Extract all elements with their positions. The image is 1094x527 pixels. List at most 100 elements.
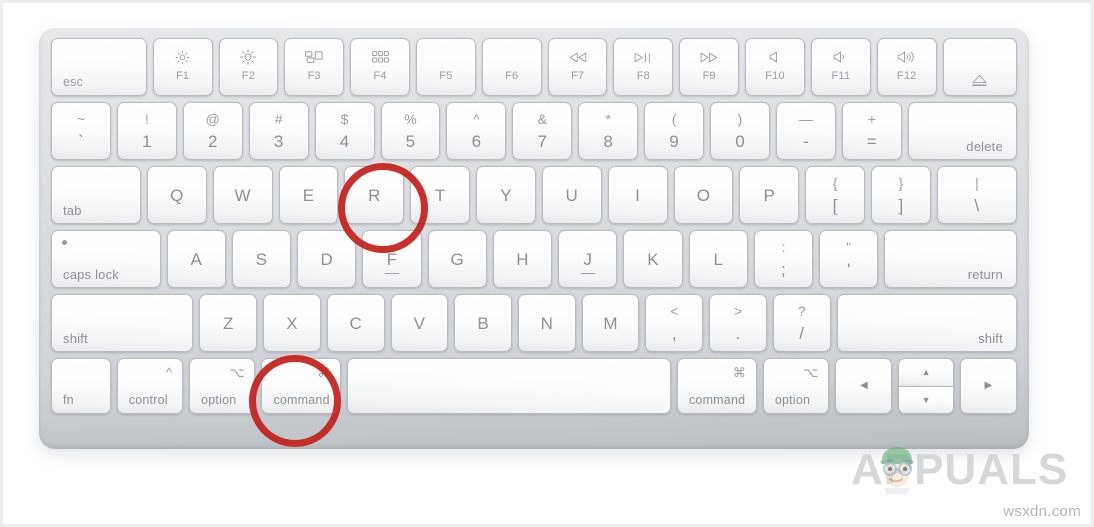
key-o-label: O	[696, 185, 711, 205]
key-option-right[interactable]: ⌥ option	[762, 358, 830, 414]
key-comma[interactable]: < ,	[645, 294, 704, 352]
key-i[interactable]: I	[607, 166, 668, 224]
key-0[interactable]: ) 0	[710, 102, 770, 160]
key-arrow-left[interactable]: ◀	[835, 358, 893, 414]
key-semicolon[interactable]: : ;	[753, 230, 814, 288]
key-f10[interactable]: F10	[745, 38, 805, 96]
key-f[interactable]: F	[362, 230, 422, 288]
key-minus[interactable]: — -	[775, 102, 836, 160]
key-caps-lock[interactable]: caps lock	[51, 230, 161, 288]
key-o[interactable]: O	[673, 166, 734, 224]
key-f7[interactable]: F7	[547, 38, 608, 96]
key-control[interactable]: ^ control	[116, 358, 184, 414]
key-9[interactable]: ( 9	[644, 102, 705, 160]
key-f11[interactable]: F11	[810, 38, 871, 96]
key-delete-label: delete	[966, 139, 1003, 154]
key-l[interactable]: L	[688, 230, 748, 288]
key-quote-lower: '	[847, 260, 851, 279]
key-w-label: W	[234, 185, 251, 205]
key-8[interactable]: * 8	[578, 102, 639, 160]
key-t[interactable]: T	[410, 166, 471, 224]
key-y-label: Y	[500, 185, 512, 205]
key-s[interactable]: S	[231, 230, 292, 288]
key-r[interactable]: R	[344, 166, 405, 224]
key-h[interactable]: H	[492, 230, 553, 288]
key-f2[interactable]: F2	[218, 38, 279, 96]
key-return[interactable]: return	[884, 230, 1017, 288]
key-grave[interactable]: ~ `	[51, 102, 111, 160]
key-j[interactable]: J	[558, 230, 618, 288]
key-6[interactable]: ^ 6	[446, 102, 507, 160]
key-q[interactable]: Q	[146, 166, 207, 224]
key-z-label: Z	[222, 313, 234, 333]
key-arrow-right[interactable]: ▶	[959, 358, 1018, 414]
key-f3[interactable]: F3	[284, 38, 345, 96]
key-slash[interactable]: ? /	[772, 294, 831, 352]
key-m[interactable]: M	[581, 294, 640, 352]
key-u[interactable]: U	[541, 166, 602, 224]
key-tab[interactable]: tab	[51, 166, 141, 224]
key-f9[interactable]: F9	[679, 38, 740, 96]
key-4[interactable]: $ 4	[314, 102, 375, 160]
key-quote[interactable]: " '	[819, 230, 879, 288]
key-3[interactable]: # 3	[248, 102, 309, 160]
key-v[interactable]: V	[390, 294, 449, 352]
key-c[interactable]: C	[326, 294, 385, 352]
key-u-label: U	[565, 185, 579, 205]
key-fn[interactable]: fn	[51, 358, 111, 414]
key-arrow-down[interactable]: ▼	[898, 385, 954, 414]
control-caret-icon: ^	[166, 365, 173, 380]
key-1[interactable]: ! 1	[116, 102, 177, 160]
key-bracket-right[interactable]: } ]	[871, 166, 931, 224]
key-period[interactable]: > .	[709, 294, 767, 352]
key-x[interactable]: X	[263, 294, 321, 352]
key-f5[interactable]: F5	[416, 38, 476, 96]
key-backslash-upper: |	[975, 175, 979, 191]
key-f8[interactable]: F8	[613, 38, 674, 96]
key-w[interactable]: W	[212, 166, 273, 224]
key-command-left[interactable]: ⌘ command	[261, 358, 342, 414]
key-backslash[interactable]: | \	[936, 166, 1017, 224]
key-f2-label: F2	[241, 69, 256, 82]
key-z[interactable]: Z	[199, 294, 258, 352]
key-esc[interactable]: esc	[51, 38, 147, 96]
key-e[interactable]: E	[278, 166, 339, 224]
volume-down-icon	[833, 49, 849, 66]
key-shift-left[interactable]: shift	[51, 294, 194, 352]
key-4-lower: 4	[339, 132, 350, 151]
key-g[interactable]: G	[427, 230, 487, 288]
key-a[interactable]: A	[166, 230, 226, 288]
key-equal[interactable]: + =	[841, 102, 902, 160]
key-f1[interactable]: F1	[152, 38, 213, 96]
key-f12[interactable]: F12	[876, 38, 937, 96]
key-grave-lower: `	[78, 132, 84, 151]
key-6-lower: 6	[471, 132, 482, 151]
key-6-upper: ^	[473, 111, 480, 127]
key-y[interactable]: Y	[476, 166, 536, 224]
key-n[interactable]: N	[518, 294, 576, 352]
key-arrow-up[interactable]: ▲	[898, 358, 954, 386]
key-p[interactable]: P	[739, 166, 800, 224]
key-shift-left-label: shift	[63, 331, 88, 346]
key-command-right[interactable]: ⌘ command	[676, 358, 757, 414]
key-shift-right[interactable]: shift	[836, 294, 1017, 352]
key-2[interactable]: @ 2	[182, 102, 243, 160]
key-f4[interactable]: F4	[350, 38, 410, 96]
key-equal-lower: =	[866, 132, 877, 151]
key-eject[interactable]	[942, 38, 1017, 96]
key-bracket-left[interactable]: { [	[805, 166, 866, 224]
key-fn-label: fn	[63, 393, 74, 407]
key-control-label: control	[128, 393, 168, 407]
key-v-label: V	[413, 313, 426, 333]
homing-bar-icon	[384, 272, 400, 274]
key-delete[interactable]: delete	[907, 102, 1017, 160]
key-space[interactable]	[347, 358, 671, 414]
key-f9-label: F9	[702, 69, 716, 82]
key-f6[interactable]: F6	[481, 38, 542, 96]
key-k[interactable]: K	[623, 230, 683, 288]
key-option-left[interactable]: ⌥ option	[189, 358, 256, 414]
key-7[interactable]: & 7	[512, 102, 573, 160]
key-5[interactable]: % 5	[380, 102, 441, 160]
key-b[interactable]: B	[454, 294, 513, 352]
key-d[interactable]: D	[297, 230, 357, 288]
